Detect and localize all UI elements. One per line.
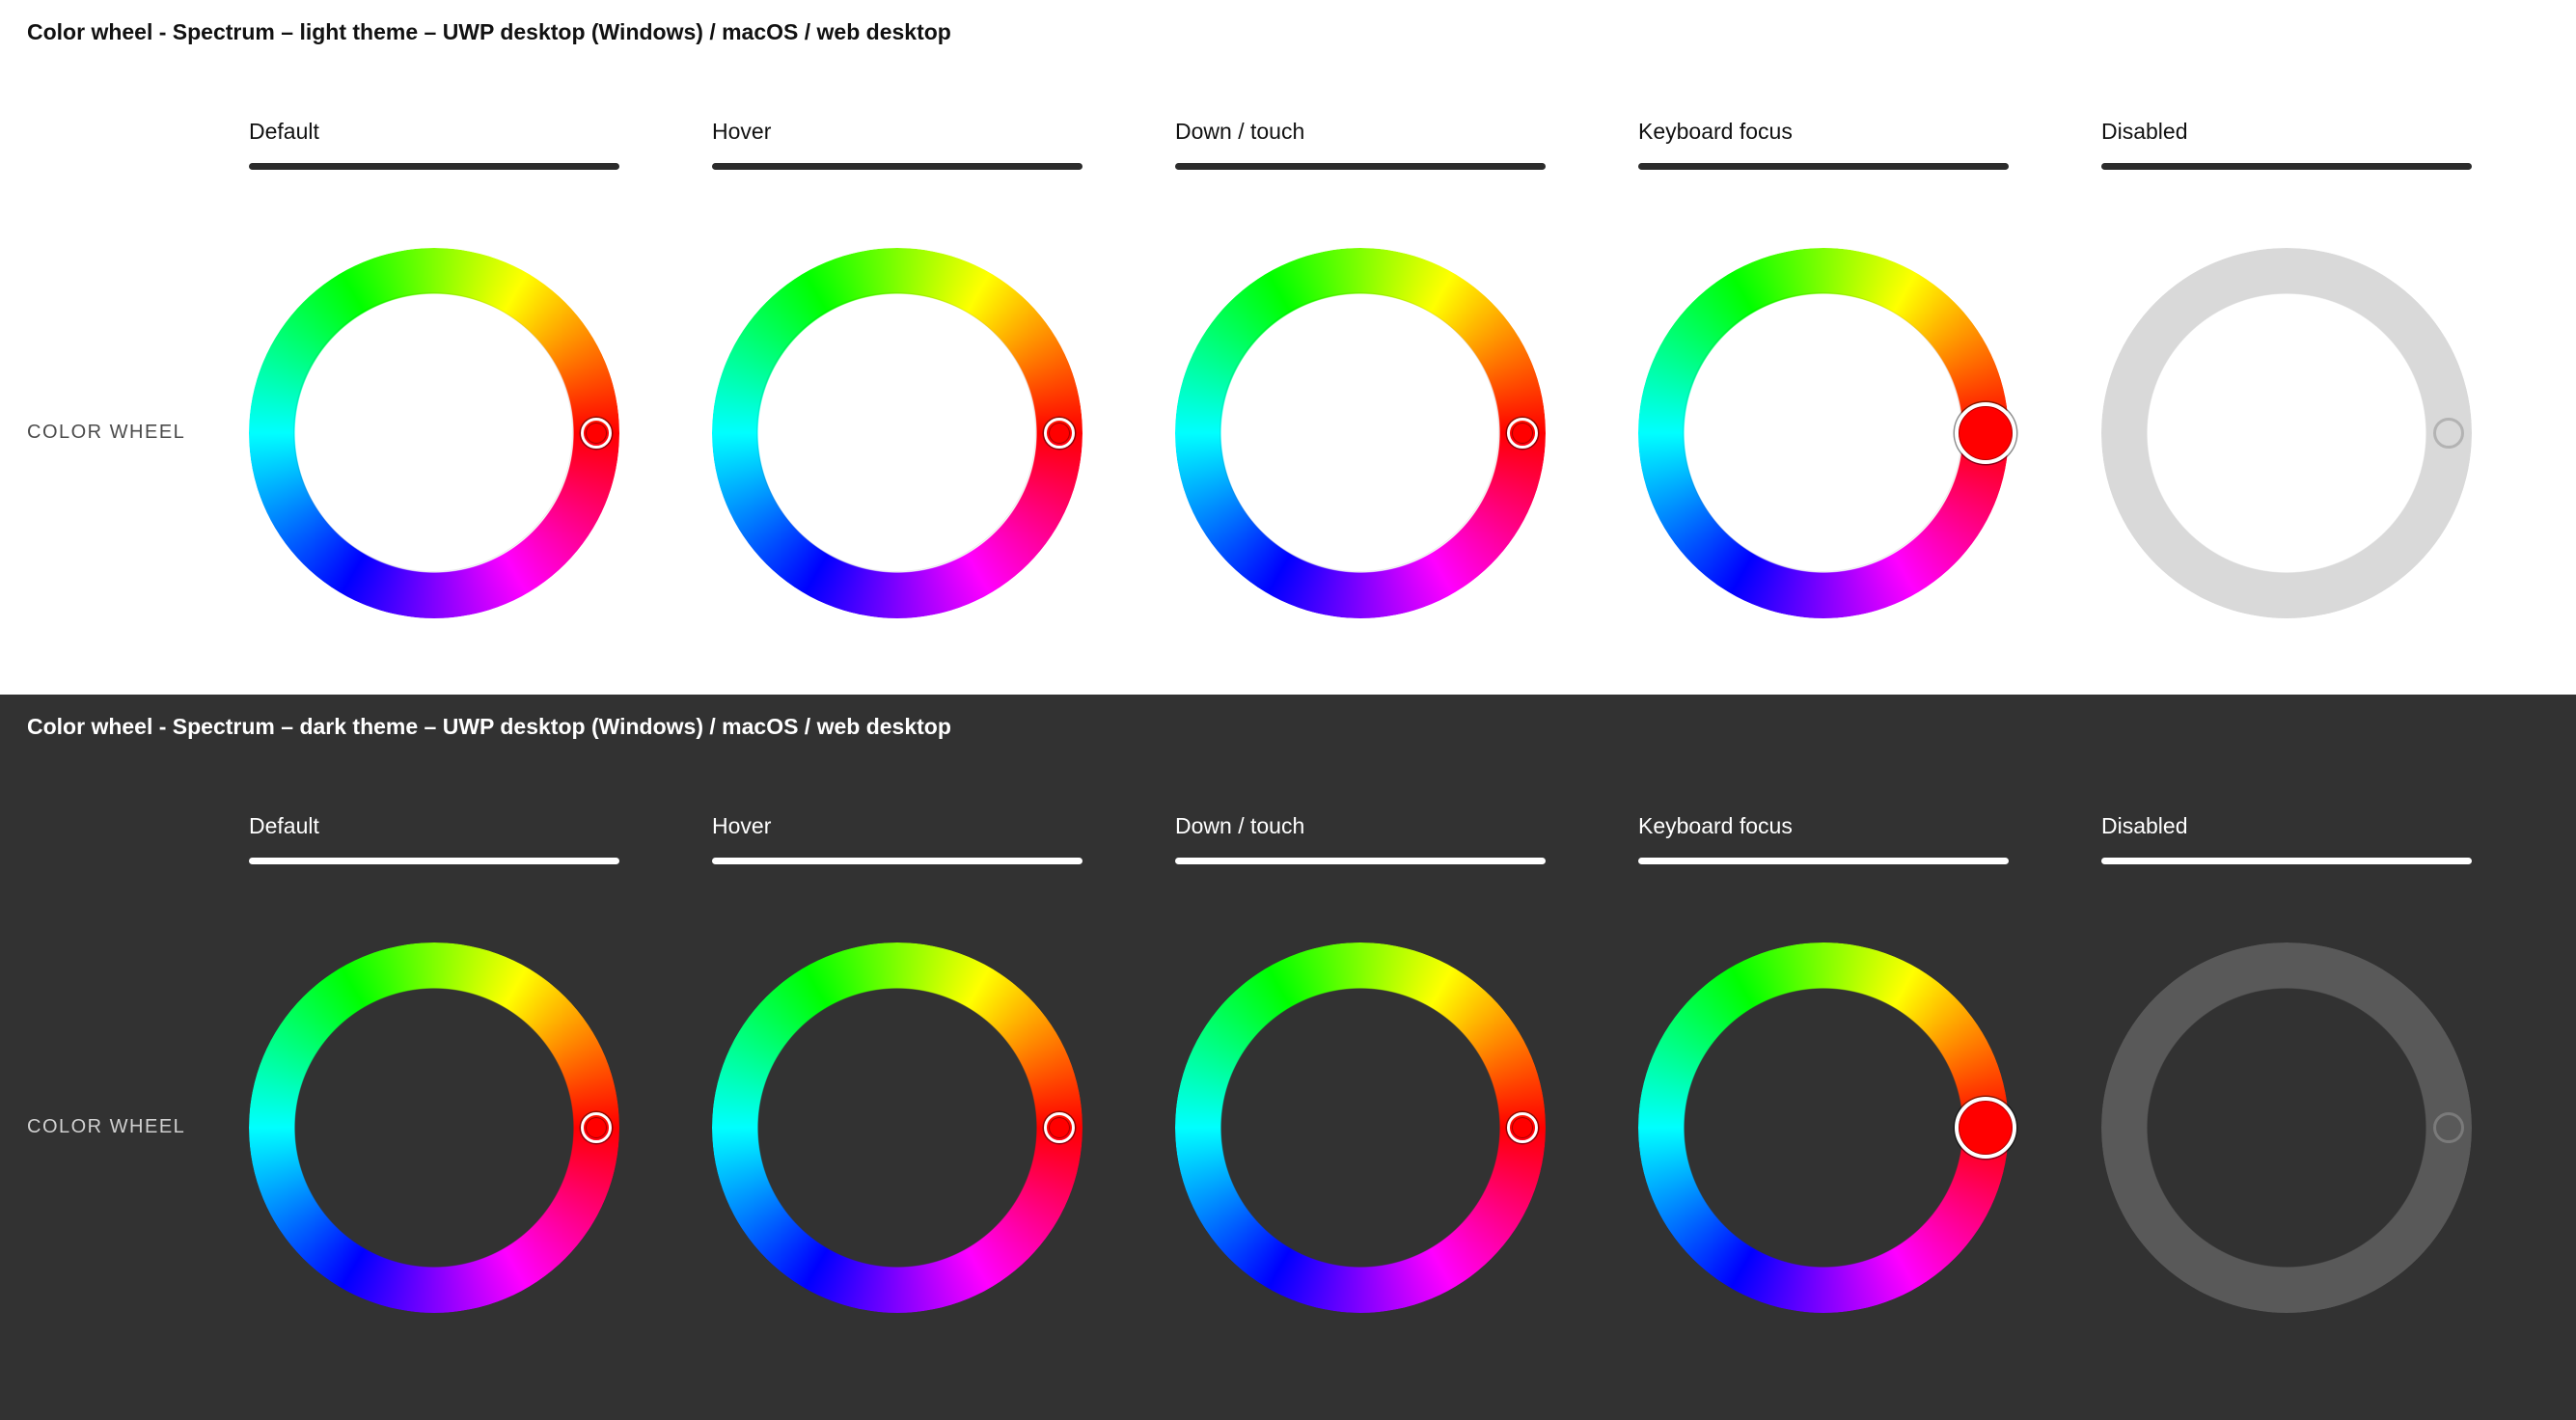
color-handle[interactable] (581, 1112, 612, 1143)
hue-ring[interactable] (1175, 248, 1546, 618)
color-handle[interactable] (1044, 1112, 1075, 1143)
hue-ring[interactable] (712, 248, 1082, 618)
hue-ring-disabled (2101, 248, 2472, 618)
handle-fill (1512, 1117, 1533, 1138)
state-divider (1638, 163, 2009, 170)
handle-fill (586, 1117, 607, 1138)
state-column-hover: Hover (712, 0, 1082, 695)
color-handle-disabled (2433, 418, 2464, 449)
row-label: COLOR WHEEL (27, 422, 186, 443)
state-divider (1638, 858, 2009, 864)
state-header: Disabled (2101, 813, 2188, 838)
handle-fill (1049, 1117, 1070, 1138)
handle-fill (1512, 423, 1533, 444)
state-column-default: Default (249, 695, 619, 1389)
color-wheel[interactable] (1638, 942, 2016, 1313)
color-handle[interactable] (581, 418, 612, 449)
state-column-default: Default (249, 0, 619, 695)
hue-ring[interactable] (712, 942, 1082, 1313)
color-wheel-disabled (2101, 248, 2472, 618)
handle-fill (1959, 406, 2013, 460)
handle-fill (1959, 1101, 2013, 1155)
state-header: Keyboard focus (1638, 119, 1793, 144)
color-handle[interactable] (1507, 418, 1538, 449)
state-header: Hover (712, 813, 772, 838)
state-header: Keyboard focus (1638, 813, 1793, 838)
color-wheel[interactable] (712, 942, 1082, 1313)
state-column-disabled: Disabled (2101, 695, 2472, 1389)
color-wheel-disabled (2101, 942, 2472, 1313)
state-column-disabled: Disabled (2101, 0, 2472, 695)
hue-ring[interactable] (1175, 942, 1546, 1313)
color-wheel[interactable] (1638, 248, 2016, 618)
color-handle[interactable] (1507, 1112, 1538, 1143)
color-wheel[interactable] (1175, 942, 1546, 1313)
state-column-hover: Hover (712, 695, 1082, 1389)
hue-ring[interactable] (1638, 942, 2009, 1313)
dark-theme-section: Color wheel - Spectrum – dark theme – UW… (0, 695, 2576, 1420)
state-divider (712, 858, 1082, 864)
state-column-keyboard-focus: Keyboard focus (1638, 695, 2016, 1389)
color-handle-focused[interactable] (1955, 1097, 2016, 1159)
color-handle[interactable] (1044, 418, 1075, 449)
state-column-down-touch: Down / touch (1175, 0, 1546, 695)
color-wheel[interactable] (249, 248, 619, 618)
color-handle-disabled (2433, 1112, 2464, 1143)
color-wheel[interactable] (249, 942, 619, 1313)
hue-ring[interactable] (249, 248, 619, 618)
state-header: Default (249, 119, 319, 144)
state-divider (712, 163, 1082, 170)
hue-ring[interactable] (249, 942, 619, 1313)
color-handle-focused[interactable] (1955, 402, 2016, 464)
state-column-keyboard-focus: Keyboard focus (1638, 0, 2016, 695)
state-column-down-touch: Down / touch (1175, 695, 1546, 1389)
state-divider (2101, 858, 2472, 864)
state-divider (2101, 163, 2472, 170)
color-wheel[interactable] (712, 248, 1082, 618)
state-header: Down / touch (1175, 813, 1305, 838)
state-divider (249, 858, 619, 864)
color-wheel[interactable] (1175, 248, 1546, 618)
state-divider (1175, 163, 1546, 170)
state-header: Down / touch (1175, 119, 1305, 144)
row-label: COLOR WHEEL (27, 1116, 186, 1137)
hue-ring[interactable] (1638, 248, 2009, 618)
state-header: Disabled (2101, 119, 2188, 144)
state-divider (249, 163, 619, 170)
state-divider (1175, 858, 1546, 864)
light-theme-section: Color wheel - Spectrum – light theme – U… (0, 0, 2576, 695)
state-header: Default (249, 813, 319, 838)
state-header: Hover (712, 119, 772, 144)
handle-fill (586, 423, 607, 444)
handle-fill (1049, 423, 1070, 444)
hue-ring-disabled (2101, 942, 2472, 1313)
